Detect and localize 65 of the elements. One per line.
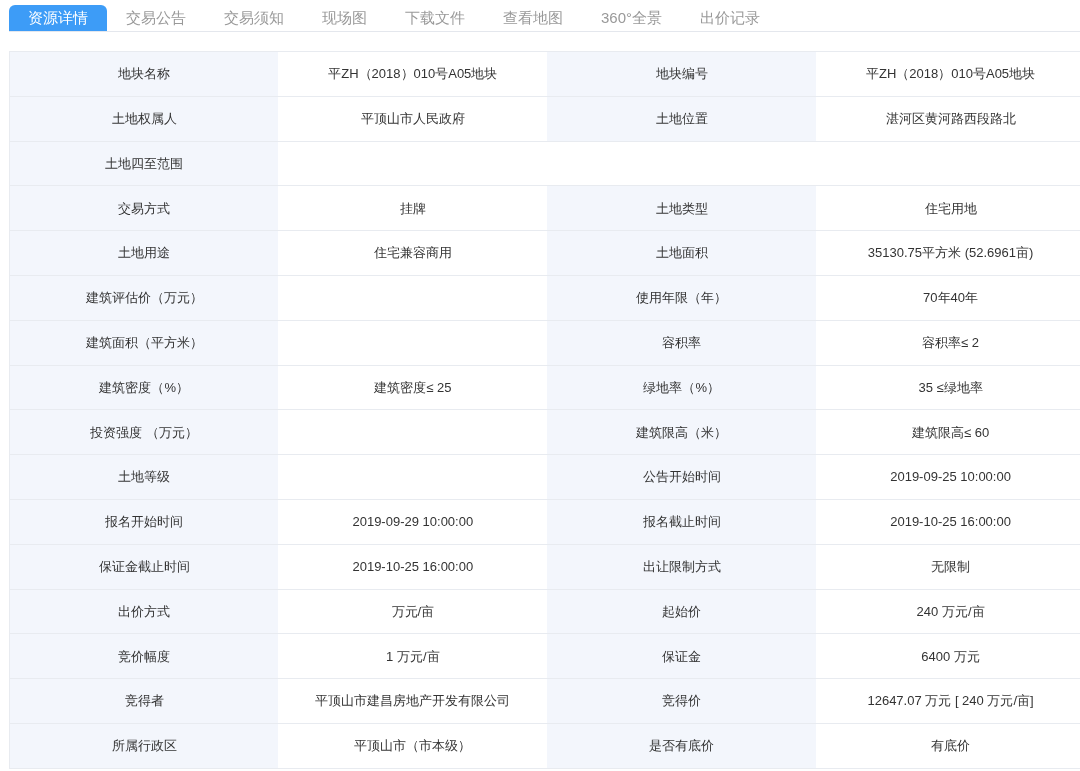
field-label: 竞价幅度 [118, 648, 171, 664]
field-value: 1 万元/亩 [386, 648, 440, 664]
field-label: 容积率 [662, 334, 702, 350]
field-value: 万元/亩 [391, 603, 435, 619]
field-label: 所属行政区 [111, 738, 177, 754]
field-label: 公告开始时间 [642, 469, 721, 485]
field-value: 平顶山市建昌房地产开发有限公司 [315, 693, 511, 709]
field-value: 35 ≤绿地率 [918, 379, 983, 395]
field-label: 保证金截止时间 [98, 558, 190, 574]
field-label: 起始价 [662, 603, 702, 619]
field-label: 土地等级 [118, 469, 171, 485]
tab[interactable]: 资源详情 [9, 5, 107, 31]
field-label: 建筑限高（米） [636, 424, 728, 440]
field-value: 平顶山市人民政府 [360, 110, 465, 126]
field-label: 是否有底价 [649, 738, 715, 754]
field-value: 挂牌 [399, 200, 426, 216]
field-label: 建筑评估价（万元） [85, 290, 203, 306]
field-label: 土地权属人 [111, 110, 177, 126]
field-value: 湛河区黄河路西段路北 [885, 110, 1016, 126]
field-value: 240 万元/亩 [916, 603, 985, 619]
tab[interactable]: 交易须知 [205, 5, 303, 31]
field-label: 土地面积 [655, 245, 708, 261]
field-value: 2019-10-25 16:00:00 [890, 514, 1011, 530]
field-value: 2019-10-25 16:00:00 [352, 558, 474, 574]
field-value: 住宅兼容商用 [373, 245, 452, 261]
field-value: 建筑密度≤ 25 [374, 379, 452, 395]
field-value: 有底价 [931, 738, 971, 754]
field-value: 建筑限高≤ 60 [911, 424, 990, 440]
tab[interactable]: 360°全景 [582, 5, 682, 31]
field-label: 土地用途 [118, 245, 171, 261]
field-label: 土地位置 [655, 110, 708, 126]
field-label: 报名截止时间 [642, 514, 721, 530]
field-label: 保证金 [662, 648, 702, 664]
field-value: 70年40年 [923, 290, 978, 306]
field-label: 交易方式 [118, 200, 171, 216]
field-label: 出价方式 [118, 603, 171, 619]
field-value: 35130.75平方米 (52.6961亩) [867, 245, 1034, 261]
field-value: 2019-09-29 10:00:00 [352, 514, 474, 530]
tab[interactable]: 下载文件 [386, 5, 484, 31]
field-label: 出让限制方式 [642, 558, 721, 574]
field-label: 使用年限（年） [636, 290, 728, 306]
field-label: 绿地率（%） [643, 379, 720, 395]
field-label: 地块名称 [118, 66, 171, 82]
field-value: 平顶山市（市本级） [354, 738, 472, 754]
field-label: 投资强度 （万元） [90, 424, 198, 440]
tab[interactable]: 现场图 [303, 5, 386, 31]
field-label: 竞得价 [662, 693, 702, 709]
field-value: 2019-09-25 10:00:00 [890, 469, 1011, 485]
tab[interactable]: 出价记录 [681, 5, 780, 31]
field-label: 建筑密度（%） [99, 379, 189, 395]
field-label: 报名开始时间 [105, 514, 184, 530]
field-label: 土地四至范围 [105, 155, 184, 171]
field-value: 12647.07 万元 [ 240 万元/亩] [867, 693, 1034, 709]
field-label: 竞得者 [124, 693, 164, 709]
field-value: 无限制 [931, 558, 971, 574]
field-value: 平ZH（2018）010号A05地块 [866, 66, 1036, 82]
field-label: 建筑面积（平方米） [85, 334, 203, 350]
field-label: 地块编号 [655, 66, 708, 82]
field-value: 平ZH（2018）010号A05地块 [328, 66, 498, 82]
field-value: 容积率≤ 2 [922, 334, 980, 350]
tab[interactable]: 查看地图 [484, 5, 582, 31]
field-value: 住宅用地 [924, 200, 977, 216]
field-label: 土地类型 [655, 200, 708, 216]
field-value: 6400 万元 [921, 648, 980, 664]
tab[interactable]: 交易公告 [107, 5, 205, 31]
